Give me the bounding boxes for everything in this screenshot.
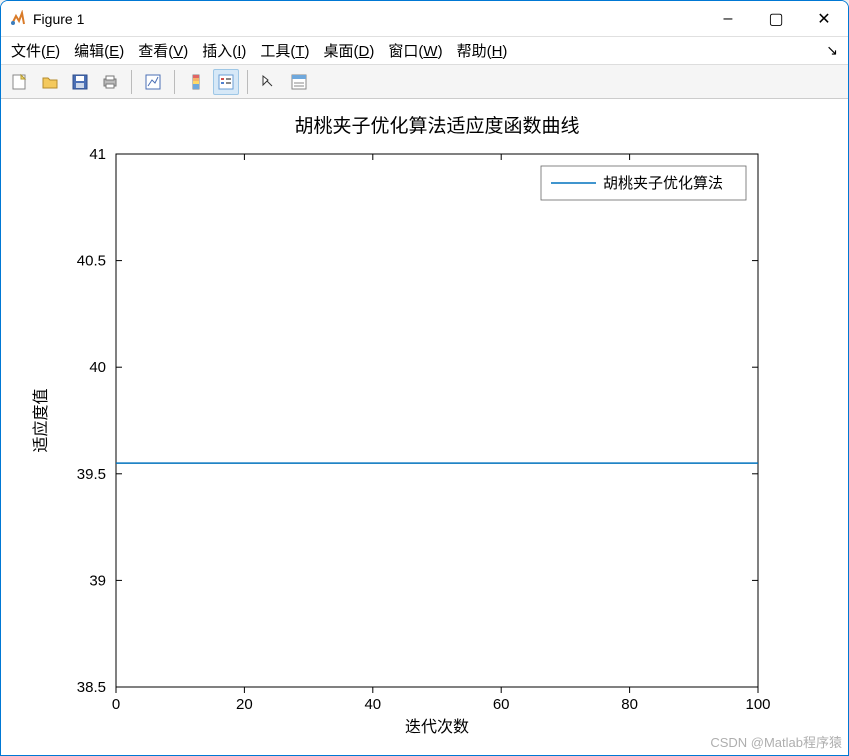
svg-text:20: 20 xyxy=(236,696,253,713)
titlebar: Figure 1 – ▢ ✕ xyxy=(1,1,848,37)
menu-overflow-icon[interactable]: ↘ xyxy=(826,42,838,59)
toolbar-separator xyxy=(174,70,175,94)
close-button[interactable]: ✕ xyxy=(800,1,848,37)
matlab-icon xyxy=(9,10,27,28)
edit-plot-button[interactable] xyxy=(256,69,282,95)
chart-canvas: 02040608010038.53939.54040.541胡桃夹子优化算法适应… xyxy=(1,99,848,753)
svg-text:胡桃夹子优化算法适应度函数曲线: 胡桃夹子优化算法适应度函数曲线 xyxy=(294,115,579,137)
minimize-button[interactable]: – xyxy=(704,1,752,37)
menu-tools[interactable]: 工具(T) xyxy=(260,40,309,61)
svg-text:39.5: 39.5 xyxy=(77,466,106,483)
menu-edit[interactable]: 编辑(E) xyxy=(74,40,124,61)
svg-text:胡桃夹子优化算法: 胡桃夹子优化算法 xyxy=(603,174,723,192)
svg-text:60: 60 xyxy=(493,696,510,713)
open-property-inspector-button[interactable] xyxy=(286,69,312,95)
maximize-button[interactable]: ▢ xyxy=(752,1,800,37)
window-title: Figure 1 xyxy=(33,11,704,27)
svg-text:40: 40 xyxy=(89,359,106,376)
svg-text:80: 80 xyxy=(621,696,638,713)
save-button[interactable] xyxy=(67,69,93,95)
menu-file[interactable]: 文件(F) xyxy=(11,40,60,61)
menu-window[interactable]: 窗口(W) xyxy=(388,40,442,61)
insert-colorbar-button[interactable] xyxy=(183,69,209,95)
svg-text:适应度值: 适应度值 xyxy=(31,388,50,452)
menu-desktop[interactable]: 桌面(D) xyxy=(324,40,375,61)
figure-window: Figure 1 – ▢ ✕ 文件(F) 编辑(E) 查看(V) 插入(I) 工… xyxy=(0,0,849,756)
svg-text:39: 39 xyxy=(89,572,106,589)
menu-help[interactable]: 帮助(H) xyxy=(457,40,508,61)
svg-text:40: 40 xyxy=(364,696,381,713)
svg-text:100: 100 xyxy=(745,696,770,713)
insert-legend-button[interactable] xyxy=(213,69,239,95)
print-button[interactable] xyxy=(97,69,123,95)
svg-text:0: 0 xyxy=(112,696,120,713)
menu-insert[interactable]: 插入(I) xyxy=(202,40,246,61)
svg-text:40.5: 40.5 xyxy=(77,253,106,270)
menubar: 文件(F) 编辑(E) 查看(V) 插入(I) 工具(T) 桌面(D) 窗口(W… xyxy=(1,37,848,65)
svg-text:迭代次数: 迭代次数 xyxy=(405,718,469,736)
toolbar-separator xyxy=(131,70,132,94)
svg-text:41: 41 xyxy=(89,146,106,163)
link-axes-button[interactable] xyxy=(140,69,166,95)
open-button[interactable] xyxy=(37,69,63,95)
menu-view[interactable]: 查看(V) xyxy=(138,40,188,61)
watermark: CSDN @Matlab程序猿 xyxy=(710,732,842,751)
svg-text:38.5: 38.5 xyxy=(77,679,106,696)
toolbar xyxy=(1,65,848,99)
new-figure-button[interactable] xyxy=(7,69,33,95)
plot-area[interactable]: 02040608010038.53939.54040.541胡桃夹子优化算法适应… xyxy=(1,99,848,755)
toolbar-separator xyxy=(247,70,248,94)
